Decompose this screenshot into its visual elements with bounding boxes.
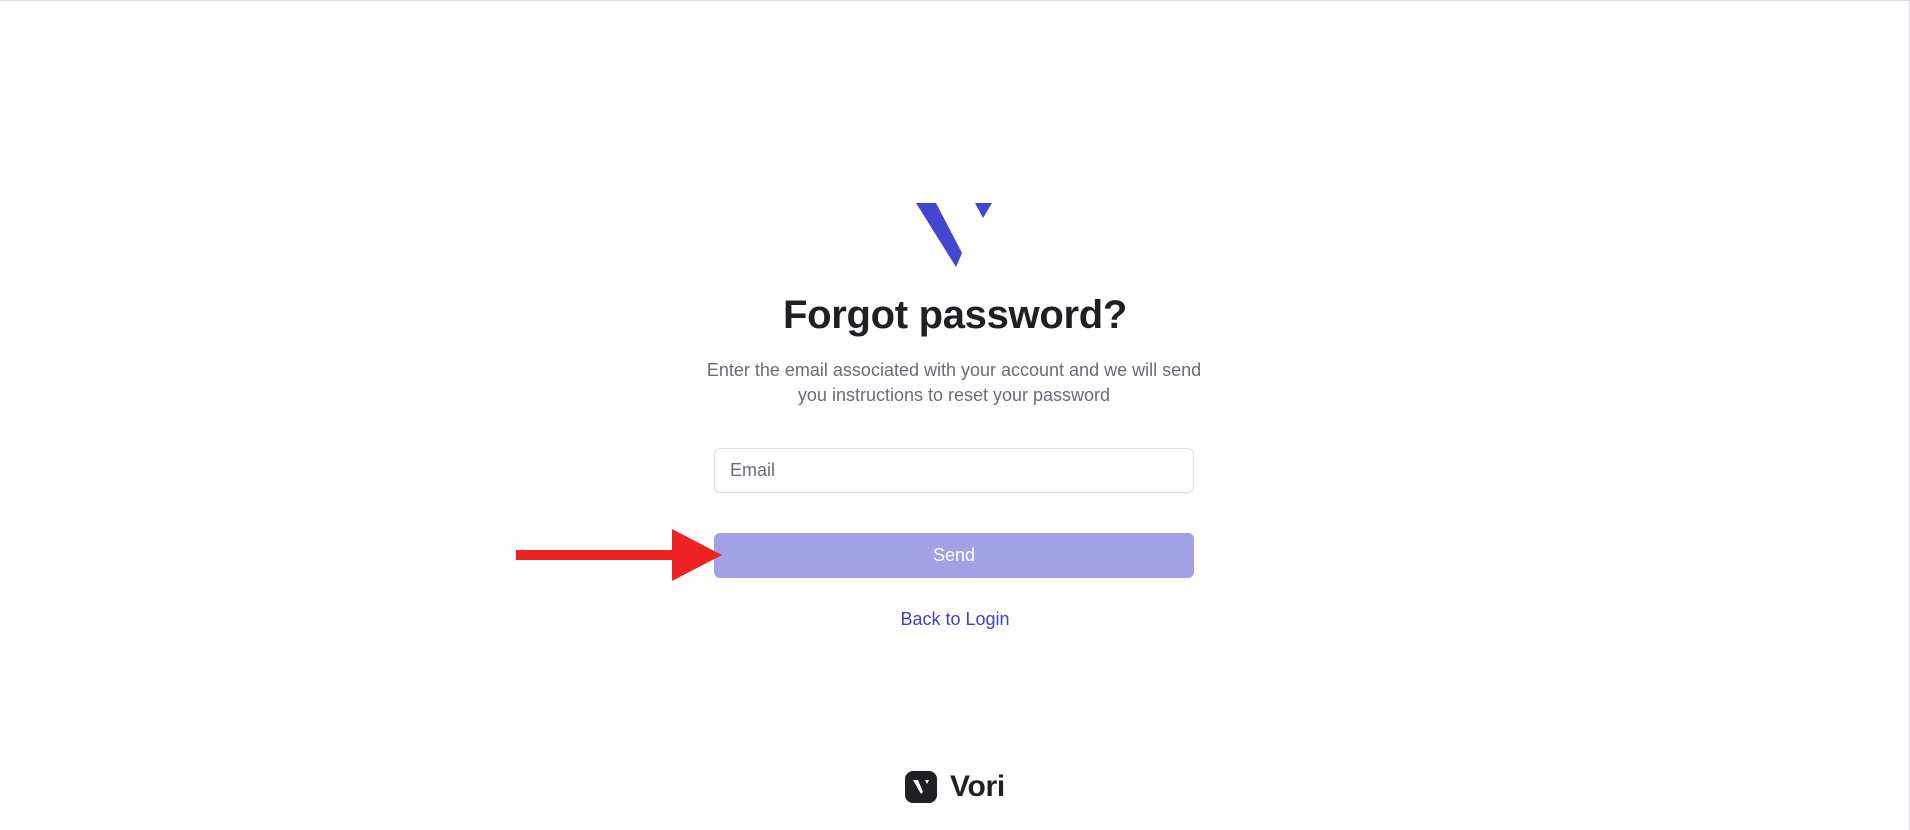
page-subtitle: Enter the email associated with your acc… [706,360,1202,405]
page-frame: Forgot password? Enter the email associa… [0,0,1910,830]
vori-v-logo-icon [916,203,992,267]
send-button[interactable]: Send [714,533,1194,578]
footer-brand: Vori [0,769,1910,805]
email-field[interactable] [714,448,1194,493]
page-title: Forgot password? [782,293,1128,337]
red-arrow-icon [516,529,722,581]
back-to-login-container: Back to Login [0,609,1910,630]
back-to-login-link[interactable]: Back to Login [900,609,1009,629]
brand-name: Vori [950,770,1005,803]
vori-badge-icon [905,771,938,803]
